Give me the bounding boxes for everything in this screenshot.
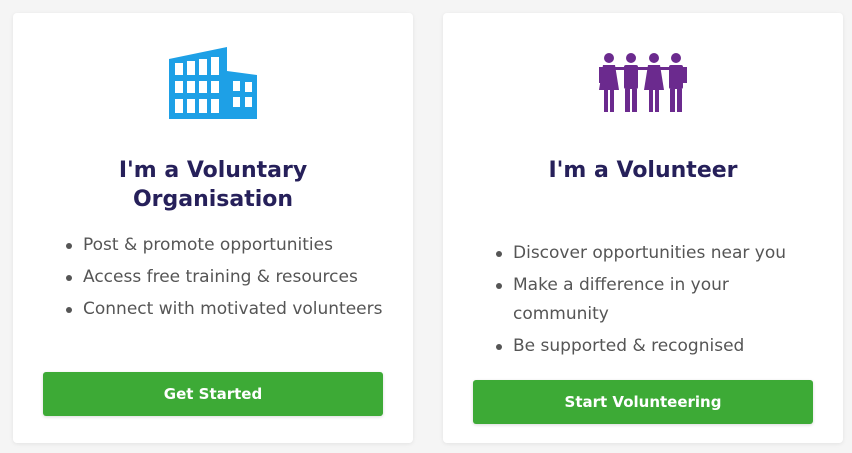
volunteer-card: I'm a Volunteer Discover opportunities n… [443,13,843,443]
page: I'm a Voluntary Organisation Post & prom… [0,0,852,453]
people-icon-holder [443,52,843,114]
building-icon-holder [13,45,413,121]
start-volunteering-button[interactable]: Start Volunteering [473,380,813,424]
organisation-benefits-list: Post & promote opportunities Access free… [63,231,389,327]
list-item: Connect with motivated volunteers [66,295,389,324]
volunteer-title: I'm a Volunteer [548,158,738,183]
list-item: Post & promote opportunities [66,231,389,260]
organisation-card: I'm a Voluntary Organisation Post & prom… [13,13,413,443]
list-item: Discover opportunities near you [496,239,819,268]
get-started-button[interactable]: Get Started [43,372,383,416]
people-icon [599,53,687,112]
organisation-title: I'm a Voluntary Organisation [118,158,308,212]
list-item: Be supported & recognised [496,332,819,361]
building-icon [169,47,257,119]
volunteer-benefits-list: Discover opportunities near you Make a d… [493,239,819,364]
list-item: Access free training & resources [66,263,389,292]
list-item: Make a difference in your community [496,271,819,329]
